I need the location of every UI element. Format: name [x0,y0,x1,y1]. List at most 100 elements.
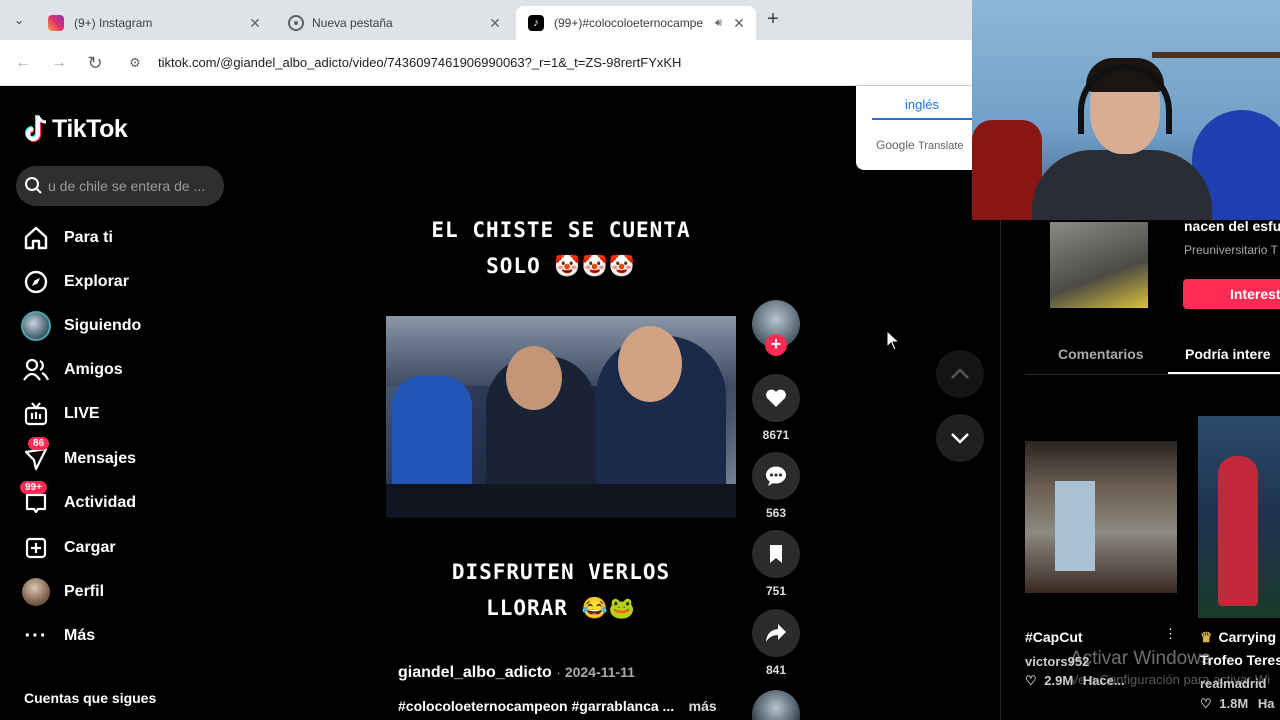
logo-text: TikTok [52,114,128,143]
messages-badge: 86 [28,437,50,450]
sidebar-item-siguiendo[interactable]: Siguiendo [20,308,141,344]
sidebar-item-amigos[interactable]: Amigos [20,352,123,388]
tab-search-chevron-icon[interactable]: ⌄ [8,10,30,32]
comment-icon[interactable] [752,452,800,500]
reload-icon[interactable]: ↻ [82,50,108,76]
previous-video-button[interactable] [936,350,984,398]
heart-icon[interactable] [752,374,800,422]
ad-title: nacen del esfu [1184,218,1280,234]
chevron-down-icon [951,433,969,444]
following-header: Cuentas que sigues [24,690,157,706]
ad-thumbnail[interactable] [1050,222,1148,308]
sidebar-item-perfil[interactable]: Perfil [20,574,104,610]
more-link[interactable]: más [689,698,717,714]
ad-subtitle: Preuniversitario T [1184,243,1278,257]
activity-icon: 99+ [20,481,52,519]
home-icon [20,222,52,254]
tab-instagram[interactable]: (9+) Instagram ✕ [36,6,272,40]
tab-podria-interesar[interactable]: Podría intere [1185,346,1271,362]
sidebar-item-live[interactable]: LIVE [20,396,100,432]
back-arrow-icon[interactable]: ← [10,50,36,76]
tab-comentarios[interactable]: Comentarios [1058,346,1144,362]
thumbnail-boxes-shape [1055,481,1095,571]
sidebar-item-explorar[interactable]: Explorar [20,264,129,300]
windows-watermark-sub: Ve a Configuración para activar Wi [1070,672,1271,687]
chrome-icon [290,17,302,29]
site-settings-icon[interactable]: ⚙ [122,50,148,76]
messages-icon: 86 [20,437,52,475]
friends-icon [20,354,52,386]
search-input[interactable]: u de chile se entera de ... [16,166,224,206]
browser-tab-bar: ⌄ (9+) Instagram ✕ Nueva pestaña ✕ ♪ (99… [0,0,972,40]
post-date: 2024-11-11 [564,664,635,680]
sidebar-item-label: Perfil [64,583,105,600]
sidebar-item-label: Amigos [64,361,123,378]
sidebar-item-cargar[interactable]: Cargar [20,530,116,566]
browser-toolbar: ← → ↻ ⚙ tiktok.com/@giandel_albo_adicto/… [0,40,972,86]
tiktok-logo[interactable]: TikTok [24,114,128,144]
video-card-thumbnail[interactable] [1025,441,1177,593]
tiktok-note-icon [25,115,47,142]
sidebar-item-mensajes[interactable]: 86 Mensajes [20,437,136,477]
comment-action[interactable]: 563 [751,452,801,520]
profile-avatar-icon [20,576,52,608]
tiktok-sidebar: TikTok u de chile se entera de ... Para … [0,88,240,720]
sidebar-item-actividad[interactable]: 99+ Actividad [20,481,136,521]
hashtags-text[interactable]: #colocoloeternocampeon #garrablanca ... [398,698,674,714]
caption-top-line2: SOLO 🤡🤡🤡 [486,254,636,278]
tab-title: (9+) Instagram [74,16,153,30]
tab-tiktok-video[interactable]: ♪ (99+)#colocoloeternocampe 🔊︎ ✕ [516,6,756,40]
views-heart-icon: ♡ [1200,696,1212,711]
mouse-cursor-icon [886,330,900,351]
search-placeholder: u de chile se entera de ... [48,178,206,194]
card-menu-icon[interactable]: ⋮ [1164,626,1177,642]
like-count: 8671 [762,428,790,442]
video-player[interactable] [386,316,736,518]
live-tv-icon [20,398,52,430]
share-arrow-icon[interactable] [752,609,800,657]
forward-arrow-icon[interactable]: → [46,50,72,76]
activity-badge: 99+ [20,481,47,494]
sidebar-item-mas[interactable]: ··· Más [20,618,96,654]
close-tab-icon[interactable]: ✕ [246,15,264,32]
caption-bottom-line2: LLORAR 😂🐸 [486,596,636,620]
next-video-button[interactable] [936,414,984,462]
compass-icon [20,266,52,298]
video-person-center-head [506,346,562,410]
card-title[interactable]: #CapCut [1025,629,1083,645]
bookmark-icon[interactable] [752,530,800,578]
comment-count: 563 [765,506,787,520]
translate-language-tab[interactable]: inglés [872,97,972,112]
video-card-thumbnail[interactable] [1198,416,1280,618]
card-title-line2[interactable]: Trofeo Teres [1200,652,1280,668]
speaker-icon[interactable]: 🔊︎ [715,17,722,30]
close-tab-icon[interactable]: ✕ [486,15,504,32]
save-action[interactable]: 751 [751,530,801,598]
tab-new-tab[interactable]: Nueva pestaña ✕ [276,6,512,40]
author-name[interactable]: giandel_albo_adicto [398,664,552,681]
tab-title: Nueva pestaña [312,16,393,30]
like-action[interactable]: 8671 [751,374,801,442]
sidebar-item-label: Para ti [64,229,113,246]
trophy-icon: ♛ [1200,629,1213,645]
sidebar-item-label: LIVE [64,405,100,422]
next-author-avatar[interactable] [752,690,800,720]
address-bar[interactable]: tiktok.com/@giandel_albo_adicto/video/74… [158,55,681,70]
upload-icon [20,532,52,564]
sidebar-item-label: Cargar [64,539,116,556]
card-extra: Ha [1257,696,1275,711]
sidebar-item-para-ti[interactable]: Para ti [20,220,113,256]
sidebar-item-label: Más [64,627,96,644]
share-count: 841 [765,663,787,677]
follow-plus-icon[interactable]: + [765,334,787,356]
interest-button[interactable]: Interest [1183,279,1280,309]
new-tab-plus-icon[interactable]: + [762,9,784,31]
thumbnail-player-shape [1218,456,1258,606]
more-dots-icon: ··· [24,624,48,647]
tab-title: (99+)#colocoloeternocampe [554,16,704,30]
windows-watermark-title: Activar Windows [1070,648,1211,669]
card-title[interactable]: ♛ Carrying [1200,629,1276,646]
share-action[interactable]: 841 [751,609,801,677]
instagram-icon [48,15,64,31]
close-tab-icon[interactable]: ✕ [730,15,748,32]
